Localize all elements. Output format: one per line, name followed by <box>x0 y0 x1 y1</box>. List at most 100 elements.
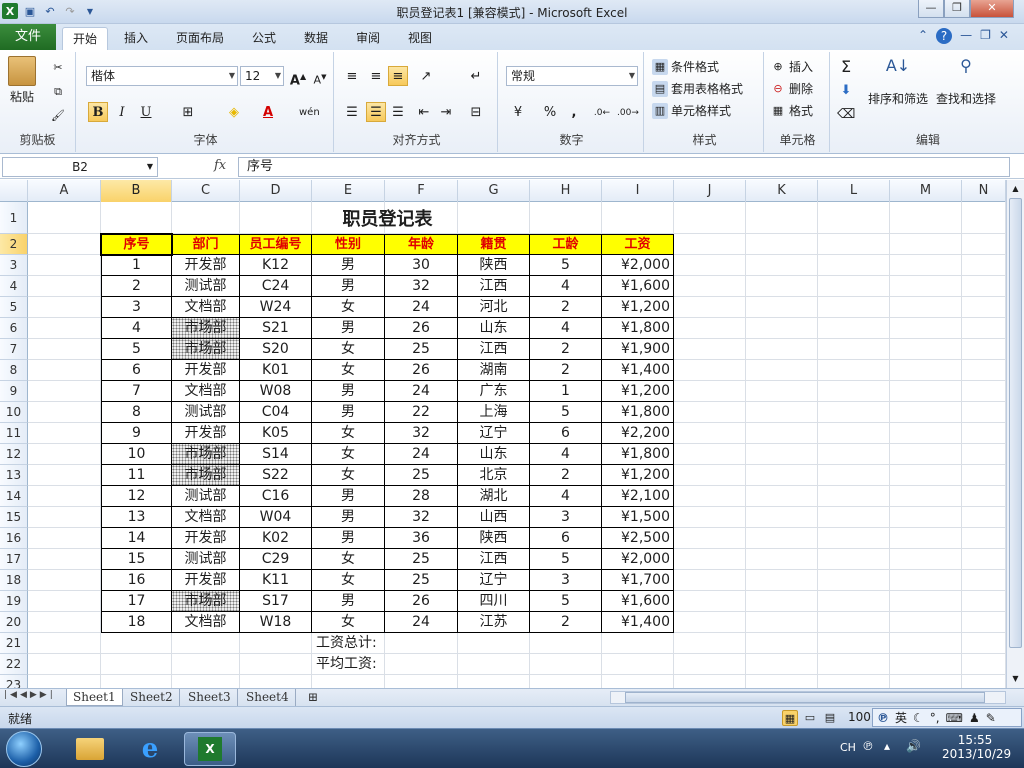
table-cell[interactable]: 市场部 <box>172 318 240 339</box>
table-cell[interactable]: 11 <box>101 465 172 486</box>
scroll-thumb[interactable] <box>1009 198 1022 648</box>
table-cell[interactable]: 开发部 <box>172 570 240 591</box>
align-left-icon[interactable]: ☰ <box>342 102 362 122</box>
table-cell[interactable]: 陕西 <box>458 255 530 276</box>
find-select-button[interactable]: ⚲ 查找和选择 <box>936 58 996 107</box>
table-cell[interactable]: ¥2,000 <box>602 549 674 570</box>
fill-color-icon[interactable]: ◈ <box>224 102 244 122</box>
column-header-a[interactable]: A <box>28 180 101 202</box>
table-cell[interactable]: 4 <box>530 276 602 297</box>
table-cell[interactable]: 江西 <box>458 339 530 360</box>
decrease-indent-icon[interactable]: ⇤ <box>414 102 434 122</box>
font-name-select[interactable]: 楷体 ▼ <box>86 66 238 86</box>
table-cell[interactable]: 山东 <box>458 318 530 339</box>
sheet-tab-2[interactable]: Sheet2 <box>124 689 180 706</box>
column-header-j[interactable]: J <box>674 180 746 202</box>
table-cell[interactable]: 男 <box>312 402 385 423</box>
table-cell[interactable]: 22 <box>385 402 458 423</box>
table-cell[interactable]: W24 <box>240 297 312 318</box>
table-cell[interactable]: ¥2,500 <box>602 528 674 549</box>
table-cell[interactable]: 女 <box>312 360 385 381</box>
table-cell[interactable]: 开发部 <box>172 255 240 276</box>
table-cell[interactable]: 25 <box>385 549 458 570</box>
table-cell[interactable]: 4 <box>101 318 172 339</box>
wrench-icon[interactable]: ✎ <box>986 711 996 725</box>
cell-styles-button[interactable]: ▥ 单元格样式 <box>652 102 731 119</box>
table-cell[interactable]: 1 <box>530 381 602 402</box>
close-button[interactable]: ✕ <box>970 0 1014 18</box>
table-cell[interactable]: 4 <box>530 318 602 339</box>
format-painter-icon[interactable]: 🖌 <box>50 108 66 124</box>
table-cell[interactable]: 上海 <box>458 402 530 423</box>
cut-icon[interactable]: ✂ <box>50 60 66 76</box>
table-cell[interactable]: S21 <box>240 318 312 339</box>
ime-mode[interactable]: 英 <box>895 709 907 726</box>
table-cell[interactable]: K02 <box>240 528 312 549</box>
table-cell[interactable]: 30 <box>385 255 458 276</box>
table-cell[interactable]: ¥2,200 <box>602 423 674 444</box>
table-cell[interactable]: ¥1,700 <box>602 570 674 591</box>
table-cell[interactable]: 5 <box>101 339 172 360</box>
minimize-ribbon-icon[interactable]: ⌃ <box>918 28 928 44</box>
scroll-down-icon[interactable]: ▼ <box>1009 672 1022 686</box>
doc-minimize-icon[interactable]: — <box>960 28 972 44</box>
table-cell[interactable]: 25 <box>385 339 458 360</box>
table-cell[interactable]: 市场部 <box>172 444 240 465</box>
column-header-e[interactable]: E <box>312 180 385 202</box>
table-cell[interactable]: K11 <box>240 570 312 591</box>
table-cell[interactable]: 开发部 <box>172 528 240 549</box>
table-cell[interactable]: 市场部 <box>172 591 240 612</box>
table-cell[interactable]: 5 <box>530 402 602 423</box>
row-header-19[interactable]: 19 <box>0 591 28 612</box>
table-cell[interactable]: 2 <box>530 297 602 318</box>
table-cell[interactable]: 2 <box>101 276 172 297</box>
percent-button[interactable]: % <box>540 102 560 122</box>
page-break-view-icon[interactable]: ▤ <box>822 710 838 726</box>
table-header-cell[interactable]: 籍贯 <box>458 234 530 255</box>
phonetic-icon[interactable]: wén <box>298 102 320 122</box>
table-cell[interactable]: 2 <box>530 360 602 381</box>
table-cell[interactable]: 测试部 <box>172 549 240 570</box>
table-cell[interactable]: C24 <box>240 276 312 297</box>
tab-data[interactable]: 数据 <box>294 27 338 50</box>
row-header-2[interactable]: 2 <box>0 234 28 255</box>
table-cell[interactable]: 女 <box>312 339 385 360</box>
table-cell[interactable]: 文档部 <box>172 507 240 528</box>
keyboard-icon[interactable]: ⌨ <box>946 711 963 725</box>
table-cell[interactable]: 6 <box>530 528 602 549</box>
table-cell[interactable]: 6 <box>530 423 602 444</box>
table-cell[interactable]: ¥1,800 <box>602 402 674 423</box>
table-header-cell[interactable]: 部门 <box>172 234 240 255</box>
table-cell[interactable]: 13 <box>101 507 172 528</box>
comma-button[interactable]: , <box>564 102 584 122</box>
row-header-10[interactable]: 10 <box>0 402 28 423</box>
table-cell[interactable]: 2 <box>530 339 602 360</box>
zoom-level[interactable]: 100 <box>848 710 871 724</box>
table-cell[interactable]: ¥1,400 <box>602 360 674 381</box>
doc-close-icon[interactable]: ✕ <box>999 28 1009 44</box>
excel-taskbar-icon[interactable]: X <box>184 732 236 766</box>
column-header-n[interactable]: N <box>962 180 1006 202</box>
paste-button[interactable]: 粘贴 <box>8 56 36 105</box>
table-cell[interactable]: S14 <box>240 444 312 465</box>
table-cell[interactable]: ¥2,100 <box>602 486 674 507</box>
column-header-l[interactable]: L <box>818 180 890 202</box>
page-layout-view-icon[interactable]: ▭ <box>802 710 818 726</box>
table-cell[interactable]: S17 <box>240 591 312 612</box>
table-header-cell[interactable]: 年龄 <box>385 234 458 255</box>
tab-view[interactable]: 视图 <box>398 27 442 50</box>
number-format-select[interactable]: 常规 ▼ <box>506 66 638 86</box>
table-cell[interactable]: 江西 <box>458 276 530 297</box>
table-cell[interactable]: 24 <box>385 612 458 633</box>
tab-page-layout[interactable]: 页面布局 <box>166 27 234 50</box>
table-cell[interactable]: 24 <box>385 381 458 402</box>
table-cell[interactable]: 江苏 <box>458 612 530 633</box>
table-cell[interactable]: 18 <box>101 612 172 633</box>
row-header-9[interactable]: 9 <box>0 381 28 402</box>
table-cell[interactable]: 男 <box>312 528 385 549</box>
salary-average-label[interactable]: 平均工资: <box>312 654 385 675</box>
tab-review[interactable]: 审阅 <box>346 27 390 50</box>
active-cell-selection[interactable] <box>100 233 173 256</box>
ime-tray-icon[interactable]: ℗ <box>862 739 874 753</box>
table-cell[interactable]: K05 <box>240 423 312 444</box>
